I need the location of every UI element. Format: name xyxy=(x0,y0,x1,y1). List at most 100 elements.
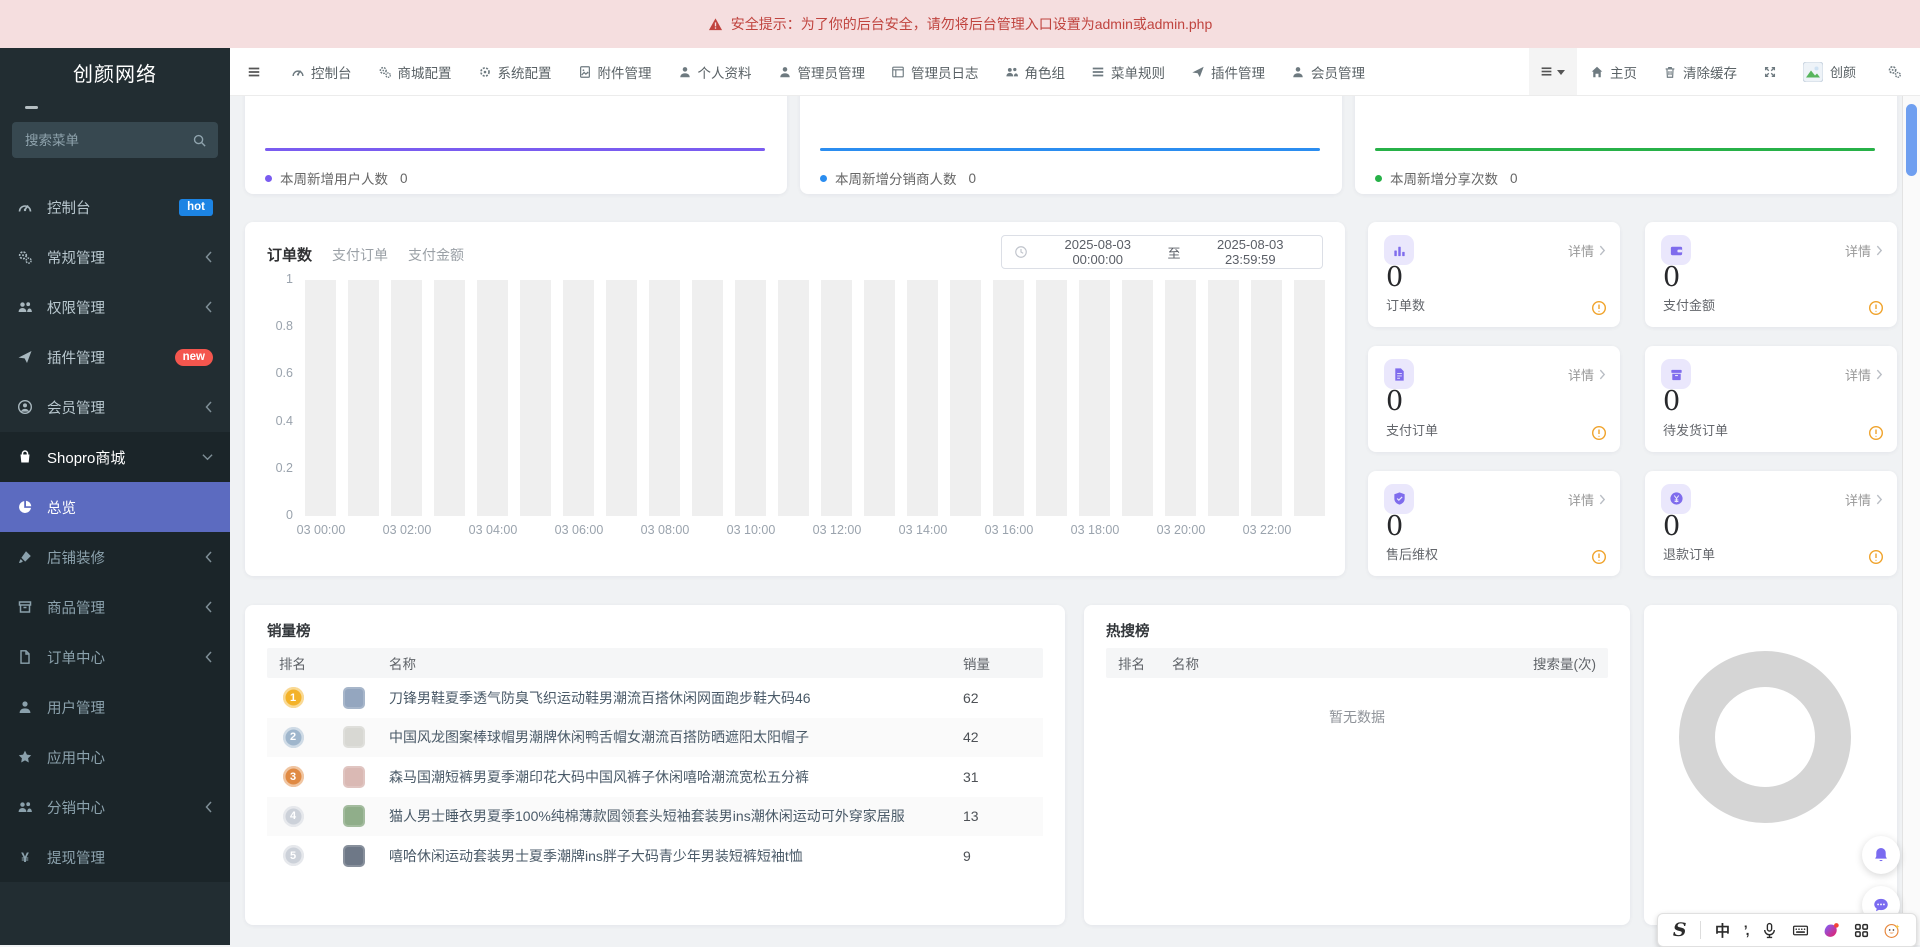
info-icon[interactable] xyxy=(1868,425,1884,441)
sidebar-item[interactable]: 会员管理 xyxy=(0,382,230,432)
legend-dot xyxy=(265,175,272,182)
chart-tab[interactable]: 支付订单 xyxy=(332,245,388,265)
sogou-logo-icon[interactable]: S xyxy=(1673,921,1687,940)
detail-link[interactable]: 详情 xyxy=(1845,365,1883,384)
topnav-item-label: 插件管理 xyxy=(1211,62,1265,82)
weekly-stat-label: 本周新增分销商人数 xyxy=(835,168,957,188)
sidebar-item[interactable]: 分销中心 xyxy=(0,782,230,832)
detail-link[interactable]: 详情 xyxy=(1845,241,1883,260)
chart-background-bar xyxy=(1294,280,1325,516)
y-axis-label: 0.4 xyxy=(259,414,293,428)
topnav-item[interactable]: 角色组 xyxy=(992,48,1079,95)
info-icon[interactable] xyxy=(1591,300,1607,316)
hot-search-table-header: 排名 名称 搜索量(次) xyxy=(1106,648,1608,678)
skin-icon[interactable] xyxy=(1823,922,1840,939)
keyboard-icon[interactable] xyxy=(1792,922,1809,939)
tabs-dropdown-button[interactable] xyxy=(1529,48,1577,95)
sidebar-item[interactable]: 总览 xyxy=(0,482,230,532)
sidebar-item[interactable]: ¥ 提现管理 xyxy=(0,832,230,882)
y-axis-label: 0.2 xyxy=(259,461,293,475)
home-button[interactable]: 主页 xyxy=(1577,48,1650,95)
topnav-item[interactable]: 控制台 xyxy=(278,48,365,95)
stat-value: 0 xyxy=(1663,262,1680,293)
topnav-item-label: 控制台 xyxy=(311,62,352,82)
weekly-stat-label: 本周新增分享次数 xyxy=(1390,168,1498,188)
notification-bell-button[interactable] xyxy=(1862,836,1900,874)
product-name-link[interactable]: 森马国潮短裤男夏季潮印花大码中国风裤子休闲嘻哈潮流宽松五分裤 xyxy=(389,767,963,787)
brand-logo[interactable]: 创颜网络 xyxy=(0,48,230,96)
date-start[interactable]: 2025-08-03 00:00:00 xyxy=(1038,237,1158,267)
info-icon[interactable] xyxy=(1591,425,1607,441)
chart-background-bar xyxy=(778,280,809,516)
product-name-link[interactable]: 中国风龙图案棒球帽男潮牌休闲鸭舌帽女潮流百搭防晒遮阳太阳帽子 xyxy=(389,727,963,747)
x-axis-label: 03 16:00 xyxy=(966,523,1052,537)
scrollbar-thumb[interactable] xyxy=(1906,104,1917,176)
date-end[interactable]: 2025-08-03 23:59:59 xyxy=(1191,237,1311,267)
sidebar-item[interactable]: 订单中心 xyxy=(0,632,230,682)
topnav-item[interactable]: 商城配置 xyxy=(365,48,465,95)
sidebar-item[interactable]: 常规管理 xyxy=(0,232,230,282)
chart-background-bar xyxy=(563,280,594,516)
topnav-item[interactable]: 个人资料 xyxy=(665,48,765,95)
stat-label: 支付订单 xyxy=(1386,420,1438,439)
clear-cache-button[interactable]: 清除缓存 xyxy=(1650,48,1750,95)
topnav-item-label: 会员管理 xyxy=(1311,62,1365,82)
bell-icon xyxy=(1872,846,1890,864)
sidebar-item[interactable]: 插件管理 new xyxy=(0,332,230,382)
refund-icon xyxy=(1661,484,1691,514)
detail-link[interactable]: 详情 xyxy=(1568,365,1606,384)
sales-count: 62 xyxy=(963,690,1043,706)
ime-divider xyxy=(1700,921,1701,939)
sidebar-item[interactable]: 店铺装修 xyxy=(0,532,230,582)
col-sales: 销量 xyxy=(963,653,1043,673)
sidebar-item[interactable]: 权限管理 xyxy=(0,282,230,332)
info-icon[interactable] xyxy=(1868,300,1884,316)
sidebar-item-shopro[interactable]: Shopro商城 xyxy=(0,432,230,482)
table-row: 3 森马国潮短裤男夏季潮印花大码中国风裤子休闲嘻哈潮流宽松五分裤 31 xyxy=(267,757,1043,797)
stat-label: 待发货订单 xyxy=(1663,420,1728,439)
sidebar-scroll-remnant xyxy=(25,106,38,109)
clock-icon xyxy=(1014,245,1028,259)
detail-link[interactable]: 详情 xyxy=(1845,490,1883,509)
topnav-item[interactable]: 系统配置 xyxy=(465,48,565,95)
sidebar-toggle-button[interactable] xyxy=(230,48,278,95)
sidebar-item-label: 店铺装修 xyxy=(47,547,105,568)
topnav-item[interactable]: 插件管理 xyxy=(1178,48,1278,95)
chart-icon xyxy=(1384,235,1414,265)
info-icon[interactable] xyxy=(1868,549,1884,565)
product-name-link[interactable]: 嘻哈休闲运动套装男士夏季潮牌ins胖子大码青少年男装短裤短袖t恤 xyxy=(389,846,963,866)
user-menu[interactable]: 创颜 xyxy=(1790,48,1869,95)
fullscreen-button[interactable] xyxy=(1750,48,1790,95)
chart-tab[interactable]: 订单数 xyxy=(267,244,312,265)
date-range-picker[interactable]: 2025-08-03 00:00:00 至 2025-08-03 23:59:5… xyxy=(1001,235,1323,269)
topnav-item[interactable]: 管理员日志 xyxy=(878,48,992,95)
search-icon[interactable] xyxy=(192,133,207,148)
sales-rank-title: 销量榜 xyxy=(267,620,311,641)
topnav-item[interactable]: 管理员管理 xyxy=(765,48,879,95)
topnav-item[interactable]: 附件管理 xyxy=(565,48,665,95)
page-scrollbar[interactable] xyxy=(1902,96,1920,945)
sales-count: 9 xyxy=(963,848,1043,864)
detail-link[interactable]: 详情 xyxy=(1568,241,1606,260)
detail-link[interactable]: 详情 xyxy=(1568,490,1606,509)
sidebar-item[interactable]: 商品管理 xyxy=(0,582,230,632)
product-name-link[interactable]: 刀锋男鞋夏季透气防臭飞织运动鞋男潮流百搭休闲网面跑步鞋大码46 xyxy=(389,688,963,708)
user-icon xyxy=(678,65,692,79)
topnav-item[interactable]: 菜单规则 xyxy=(1078,48,1178,95)
topnav-item[interactable]: 会员管理 xyxy=(1278,48,1378,95)
microphone-icon[interactable] xyxy=(1761,922,1778,939)
sidebar-search xyxy=(12,122,218,158)
settings-button[interactable] xyxy=(1869,64,1920,79)
emoji-icon[interactable] xyxy=(1884,922,1901,939)
grid-apps-icon[interactable] xyxy=(1853,922,1870,939)
x-axis-labels: 03 00:0003 02:0003 04:0003 06:0003 08:00… xyxy=(278,523,1310,537)
chart-tab[interactable]: 支付金额 xyxy=(408,245,464,265)
sidebar-item[interactable]: 应用中心 xyxy=(0,732,230,782)
sidebar-item[interactable]: 用户管理 xyxy=(0,682,230,732)
sidebar-item[interactable]: 控制台 hot xyxy=(0,182,230,232)
info-icon[interactable] xyxy=(1591,549,1607,565)
punctuation-icon[interactable]: ’, xyxy=(1744,922,1748,938)
stat-value: 0 xyxy=(1386,511,1403,542)
chinese-mode-icon[interactable]: 中 xyxy=(1715,920,1730,941)
product-name-link[interactable]: 猫人男士睡衣男夏季100%纯棉薄款圆领套头短袖套装男ins潮休闲运动可外穿家居服 xyxy=(389,806,963,826)
